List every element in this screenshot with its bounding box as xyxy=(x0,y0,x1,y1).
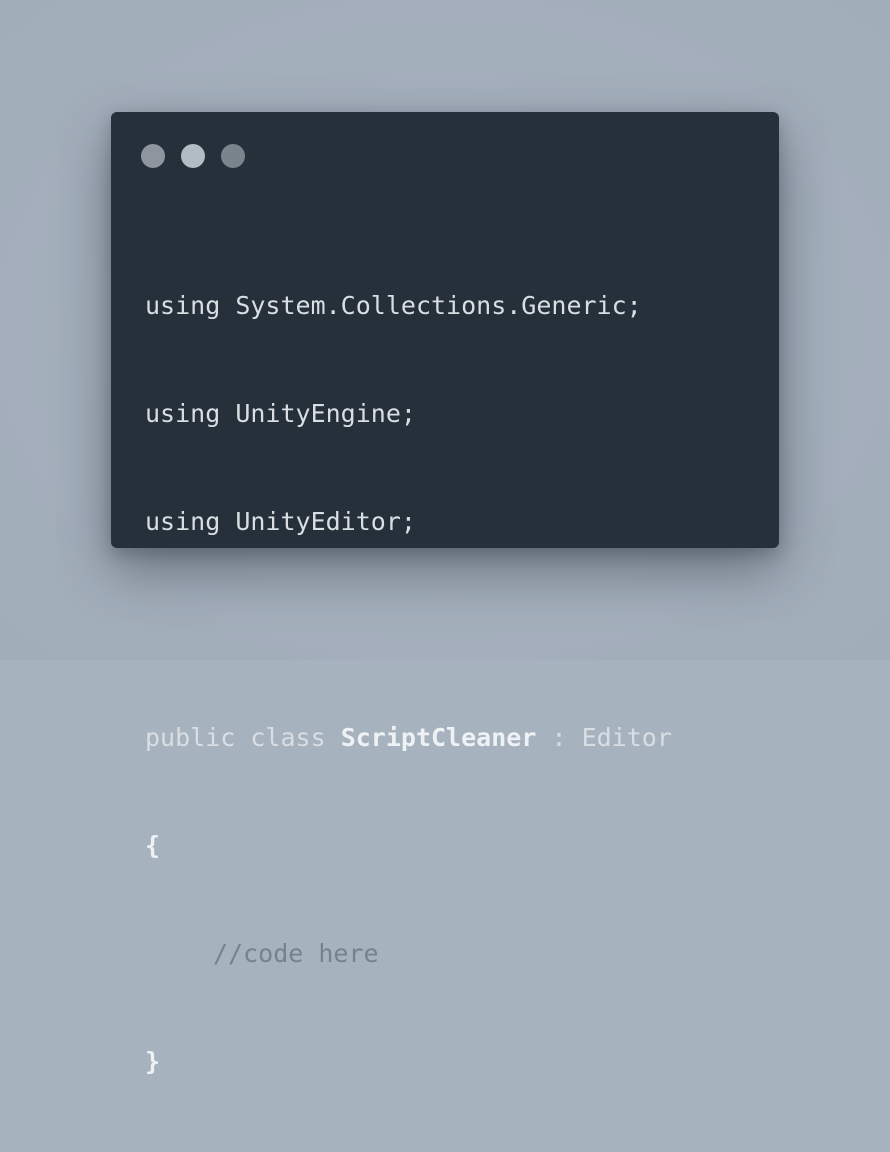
code-block: using System.Collections.Generic; using … xyxy=(145,216,672,1152)
keyword-class: class xyxy=(250,723,326,752)
maximize-dot-icon[interactable] xyxy=(221,144,245,168)
colon: : xyxy=(551,723,567,752)
code-window: using System.Collections.Generic; using … xyxy=(111,112,779,1076)
code-line-close-brace: } xyxy=(145,1044,672,1080)
semicolon: ; xyxy=(400,399,416,428)
minimize-dot-icon[interactable] xyxy=(181,144,205,168)
base-class-name: Editor xyxy=(581,723,672,752)
class-name: ScriptCleaner xyxy=(340,723,537,752)
namespace-name: System.Collections.Generic xyxy=(235,291,627,320)
keyword-public: public xyxy=(145,723,236,752)
semicolon: ; xyxy=(626,291,642,320)
code-line-comment: //code here xyxy=(145,936,672,972)
semicolon: ; xyxy=(400,507,416,536)
code-line-1: using System.Collections.Generic; xyxy=(145,288,672,324)
close-dot-icon[interactable] xyxy=(141,144,165,168)
code-comment: //code here xyxy=(213,939,379,968)
keyword-using: using xyxy=(145,291,221,320)
close-brace: } xyxy=(145,1047,161,1076)
code-line-3: using UnityEditor; xyxy=(145,504,672,540)
namespace-name: UnityEngine xyxy=(235,399,401,428)
code-line-2: using UnityEngine; xyxy=(145,396,672,432)
keyword-using: using xyxy=(145,507,221,536)
window-controls xyxy=(141,144,245,168)
open-brace: { xyxy=(145,831,161,860)
keyword-using: using xyxy=(145,399,221,428)
code-line-class-declaration: public class ScriptCleaner : Editor xyxy=(145,720,672,756)
namespace-name: UnityEditor xyxy=(235,507,401,536)
code-line-open-brace: { xyxy=(145,828,672,864)
